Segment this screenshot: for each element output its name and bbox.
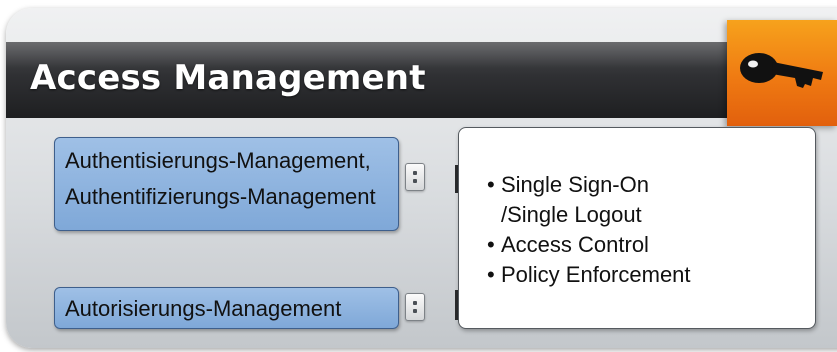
feature-list: • Single Sign-On /Single Logout • Access C… [487, 170, 691, 290]
key-badge [727, 20, 837, 126]
bullet-mark: • [487, 232, 495, 257]
handle-dot [413, 171, 417, 175]
list-item-continuation: /Single Logout [501, 202, 642, 227]
authorization-expand-handle[interactable] [405, 293, 425, 321]
list-item-text: Access Control [501, 232, 649, 257]
handle-dot [413, 301, 417, 305]
bullet-mark: • [487, 172, 495, 197]
detail-panel: • Single Sign-On /Single Logout • Access C… [458, 127, 816, 329]
authentication-management-box: Authentisierungs-Management, Authentifiz… [54, 137, 399, 231]
list-item-text: Single Sign-On [501, 172, 649, 197]
list-item-access-control: • Access Control [487, 230, 691, 260]
authorization-label: Autorisierungs-Management [65, 296, 342, 321]
list-item-sso: • Single Sign-On [487, 170, 691, 200]
key-icon [740, 53, 823, 88]
authentication-expand-handle[interactable] [405, 163, 425, 191]
handle-dot [413, 309, 417, 313]
bullet-mark: • [487, 262, 495, 287]
authorization-management-box: Autorisierungs-Management [54, 287, 399, 329]
authentication-label-line2: Authentifizierungs-Management [65, 184, 376, 209]
list-item-text: Policy Enforcement [501, 262, 691, 287]
authentication-label-line1: Authentisierungs-Management, [65, 148, 371, 173]
list-item-policy-enforcement: • Policy Enforcement [487, 260, 691, 290]
handle-dot [413, 179, 417, 183]
page-title: Access Management [30, 58, 426, 98]
